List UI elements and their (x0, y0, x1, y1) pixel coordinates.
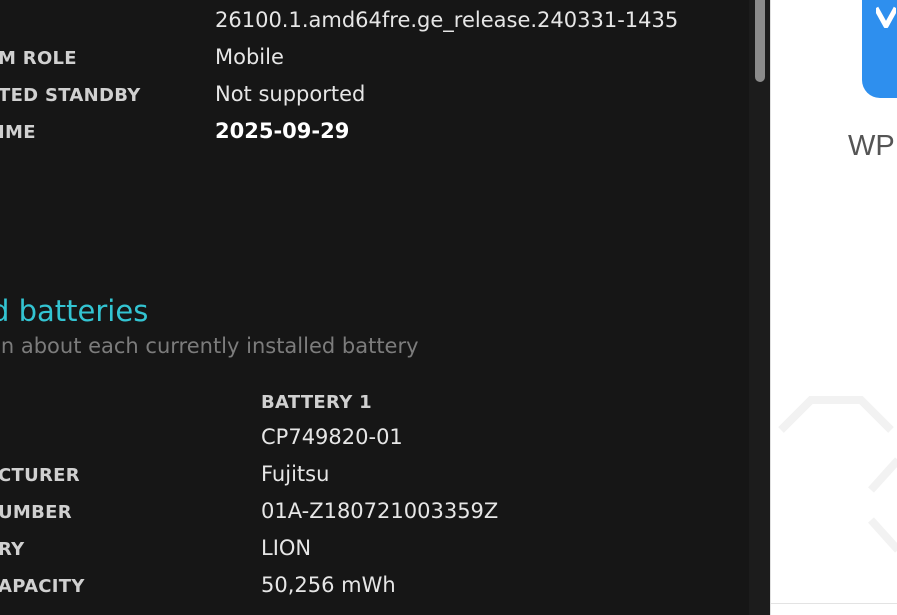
connected-standby-label: TED STANDBY (0, 85, 141, 106)
installed-batteries-heading: d batteries (0, 294, 149, 328)
platform-role-label: M ROLE (0, 48, 77, 69)
chemistry-label: RY (0, 539, 25, 560)
background-hexagon-pattern (778, 396, 897, 553)
serial-number-label: UMBER (0, 502, 72, 523)
battery-name-value: CP749820-01 (261, 425, 403, 449)
battery-report-page: 26100.1.amd64fre.ge_release.240331-1435 … (0, 0, 749, 615)
design-capacity-value: 50,256 mWh (261, 573, 396, 597)
installed-batteries-subtitle: on about each currently installed batter… (0, 334, 419, 358)
app-logo-icon (876, 6, 896, 28)
side-panel: WP (770, 0, 897, 615)
report-time-value: 2025-09-29 (215, 119, 350, 143)
serial-number-value: 01A-Z180721003359Z (261, 499, 499, 523)
divider (771, 603, 897, 604)
manufacturer-label: CTURER (0, 465, 80, 486)
connected-standby-value: Not supported (215, 82, 366, 106)
manufacturer-value: Fujitsu (261, 462, 330, 486)
os-build-value: 26100.1.amd64fre.ge_release.240331-1435 (215, 8, 679, 32)
report-time-label: IME (0, 122, 36, 143)
app-name-label: WP (848, 130, 895, 162)
vertical-scrollbar[interactable] (749, 0, 770, 615)
chemistry-value: LION (261, 536, 312, 560)
scrollbar-thumb[interactable] (755, 0, 765, 82)
battery-1-column-header: BATTERY 1 (261, 392, 372, 413)
design-capacity-label: APACITY (0, 576, 85, 597)
platform-role-value: Mobile (215, 45, 284, 69)
